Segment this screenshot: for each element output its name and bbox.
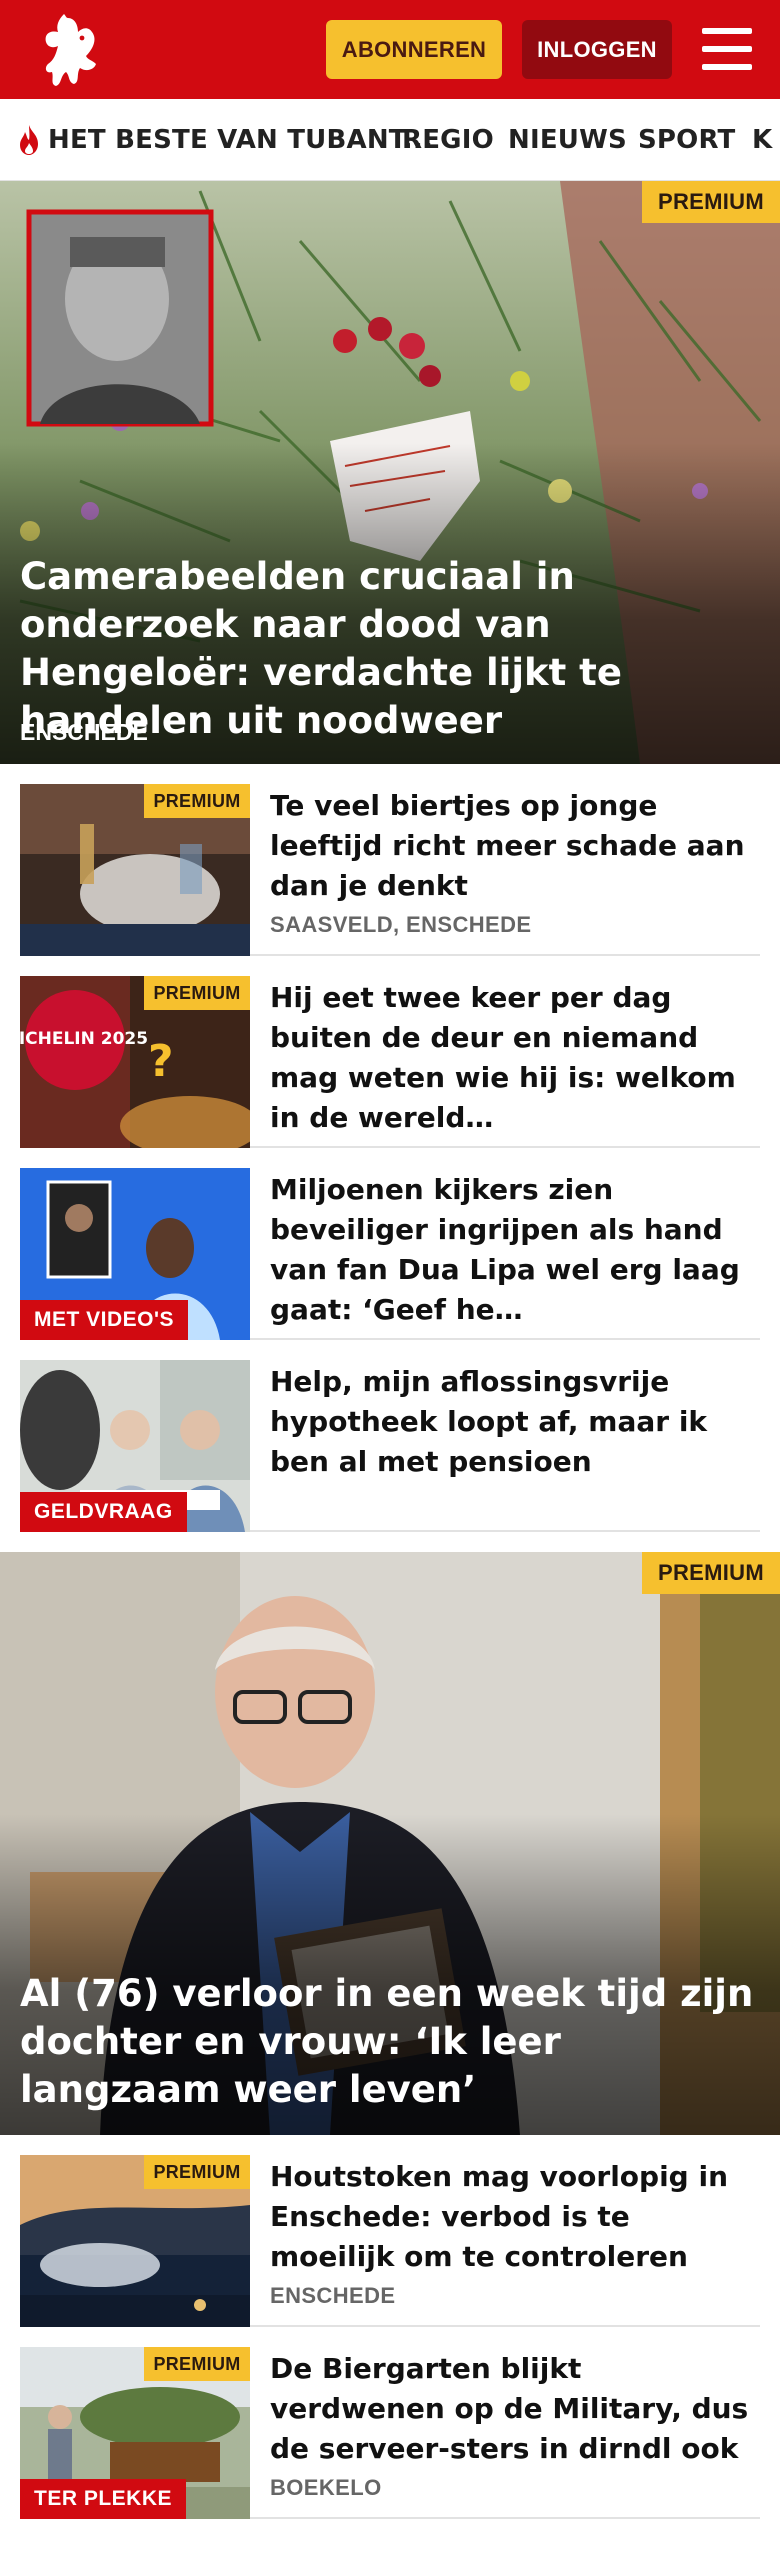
premium-badge: PREMIUM [642,181,780,223]
nav-label: NIEUWS [508,125,627,155]
article-location-tag: BOEKELO [270,2475,382,2500]
article-location-tag: ENSCHEDE [270,2283,396,2308]
nav-label: K [752,125,773,155]
list-item[interactable]: MICHELIN 2025 ? PREMIUM Hij eet twee kee… [20,956,760,1148]
article-title[interactable]: Hij eet twee keer per dag buiten de deur… [270,978,750,1138]
premium-badge: PREMIUM [144,976,250,1010]
category-label: TER PLEKKE [20,2479,187,2519]
article-location-tag: SAASVELD, ENSCHEDE [270,912,532,937]
premium-badge: PREMIUM [144,784,250,818]
list-item[interactable]: MET VIDEO'S Miljoenen kijkers zien bevei… [20,1148,760,1340]
flame-icon [20,125,38,155]
hero-article[interactable]: PREMIUM Al (76) verloor in een week tijd… [0,1552,780,2135]
list-item[interactable]: PREMIUM Houtstoken mag voorlopig in Ensc… [20,2135,760,2327]
article-thumbnail: MICHELIN 2025 ? PREMIUM [20,976,250,1148]
article-thumbnail: GELDVRAAG [20,1360,250,1532]
hero-location-tag: ENSCHEDE [20,719,148,745]
nav-label: REGIO [402,125,494,155]
category-label: GELDVRAAG [20,1492,187,1532]
hero-article[interactable]: PREMIUM Camerabeelden cruciaal in onderz… [0,181,780,764]
article-title[interactable]: Te veel biertjes op jonge leeftijd richt… [270,786,750,906]
nav-item-best-of[interactable]: HET BESTE VAN TUBANT... [14,99,434,180]
article-title[interactable]: Miljoenen kijkers zien beveiliger ingrij… [270,1170,750,1330]
hero-title[interactable]: Al (76) verloor in een week tijd zijn do… [20,1970,760,2114]
article-title[interactable]: De Biergarten blijkt verdwenen op de Mil… [270,2349,750,2469]
article-thumbnail: PREMIUM TER PLEKKE [20,2347,250,2519]
article-thumbnail: PREMIUM [20,2155,250,2327]
subscribe-button[interactable]: ABONNEREN [326,20,502,79]
svg-text:?: ? [148,1036,174,1087]
article-title[interactable]: Help, mijn aflossingsvrije hypotheek loo… [270,1362,750,1482]
hamburger-menu-icon[interactable] [700,24,754,74]
list-item[interactable]: PREMIUM Te veel biertjes op jonge leefti… [20,764,760,956]
list-item[interactable]: PREMIUM TER PLEKKE De Biergarten blijkt … [20,2327,760,2519]
nav-item-sport[interactable]: SPORT [638,99,736,180]
nav-item-truncated[interactable]: K [752,99,773,180]
article-thumbnail: PREMIUM [20,784,250,956]
top-bar: ABONNEREN INLOGGEN [0,0,780,99]
tubantia-horse-logo[interactable] [36,10,106,90]
hero-title[interactable]: Camerabeelden cruciaal in onderzoek naar… [20,553,760,745]
nav-item-nieuws[interactable]: NIEUWS [508,99,627,180]
login-button[interactable]: INLOGGEN [522,20,672,79]
premium-badge: PREMIUM [642,1552,780,1594]
section-navigation: HET BESTE VAN TUBANT... REGIO NIEUWS SPO… [0,99,780,181]
nav-item-regio[interactable]: REGIO [402,99,494,180]
michelin-text: MICHELIN 2025 [20,1029,148,1049]
video-label: MET VIDEO'S [20,1300,189,1340]
premium-badge: PREMIUM [144,2347,250,2381]
nav-label: HET BESTE VAN TUBANT... [48,125,434,155]
premium-badge: PREMIUM [144,2155,250,2189]
list-item[interactable]: GELDVRAAG Help, mijn aflossingsvrije hyp… [20,1340,760,1532]
article-thumbnail: MET VIDEO'S [20,1168,250,1340]
article-title[interactable]: Houtstoken mag voorlopig in Enschede: ve… [270,2157,750,2277]
nav-label: SPORT [638,125,736,155]
